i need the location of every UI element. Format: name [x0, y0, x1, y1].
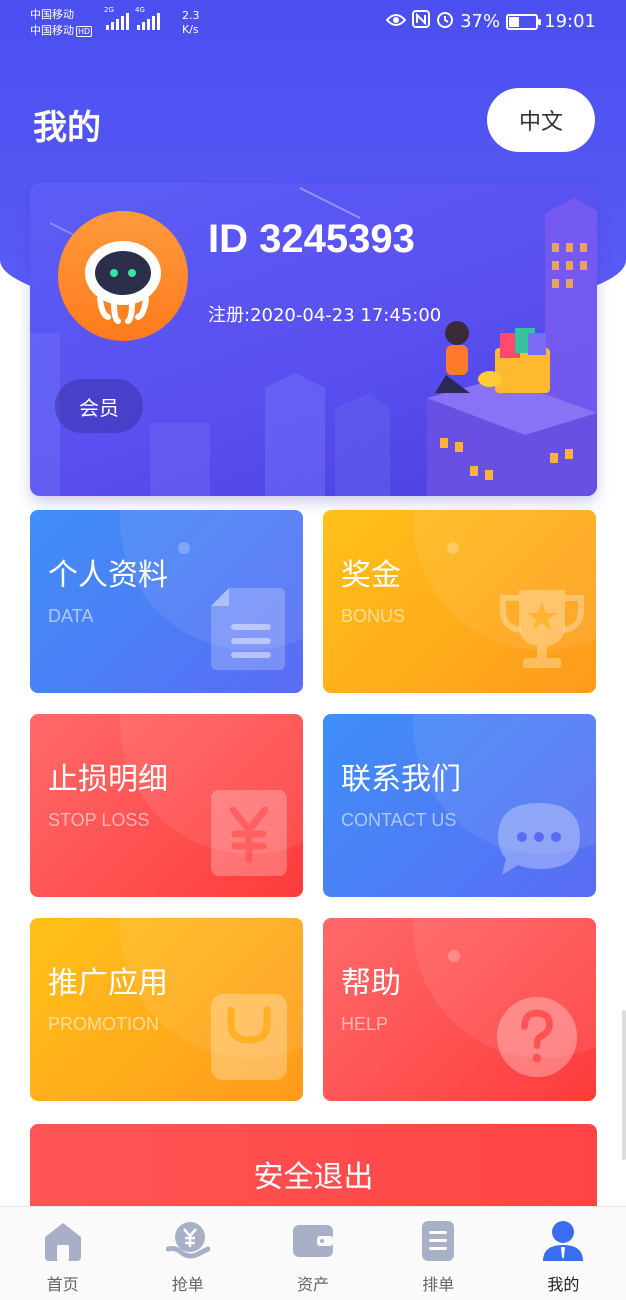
profile-card: ID 3245393 注册:2020-04-23 17:45:00 会员	[30, 183, 597, 496]
tile-title: 联系我们	[341, 762, 461, 797]
tile-subtitle: DATA	[48, 606, 94, 626]
signal-4g-icon: 4G	[135, 6, 160, 30]
tab-label: 我的	[547, 1275, 580, 1294]
grab-order-icon	[165, 1222, 210, 1259]
user-icon	[543, 1221, 584, 1261]
register-time: 注册:2020-04-23 17:45:00	[208, 305, 442, 326]
tile-help[interactable]: 帮助 HELP	[323, 918, 596, 1101]
signal-icons: 2G 4G	[104, 6, 160, 30]
tab-bar: 首页 抢单 资产 排单 我的	[0, 1206, 626, 1300]
network-speed: 2.3 K/s	[182, 9, 200, 36]
tile-title: 帮助	[341, 966, 401, 1001]
home-icon	[44, 1223, 81, 1261]
tile-title: 止损明细	[48, 762, 168, 797]
logout-button[interactable]: 安全退出	[30, 1124, 597, 1214]
tab-queue[interactable]: 排单	[376, 1207, 501, 1300]
wallet-icon	[293, 1225, 333, 1257]
tile-promotion[interactable]: 推广应用 PROMOTION	[30, 918, 303, 1101]
battery-icon	[506, 13, 542, 30]
trophy-icon	[500, 590, 584, 668]
tab-mine[interactable]: 我的	[501, 1207, 626, 1300]
chat-bubble-icon	[498, 803, 580, 875]
nfc-icon	[412, 10, 431, 33]
tile-subtitle: BONUS	[341, 606, 406, 626]
carrier-1: 中国移动	[30, 8, 74, 21]
status-bar: 中国移动 中国移动 HD 2G 4G 2.3 K/s 37% 19:01	[0, 0, 626, 46]
list-icon	[422, 1221, 455, 1261]
signal-2g-icon: 2G	[104, 6, 129, 30]
tab-label: 排单	[422, 1275, 455, 1294]
tab-home[interactable]: 首页	[0, 1207, 125, 1300]
tile-stop-loss[interactable]: 止损明细 STOP LOSS	[30, 714, 303, 897]
member-badge: 会员	[55, 379, 143, 433]
shopping-bag-icon	[211, 994, 287, 1080]
language-button[interactable]: 中文	[487, 88, 595, 152]
tile-subtitle: CONTACT US	[341, 810, 457, 830]
tile-subtitle: HELP	[341, 1014, 389, 1034]
yuan-icon	[211, 790, 287, 876]
avatar[interactable]	[58, 211, 188, 341]
carrier-2: 中国移动	[30, 24, 74, 37]
tile-personal-data[interactable]: 个人资料 DATA	[30, 510, 303, 693]
tab-grab-order[interactable]: 抢单	[125, 1207, 250, 1300]
battery-percent: 37%	[460, 11, 501, 32]
document-icon	[211, 588, 285, 670]
tab-label: 抢单	[171, 1275, 204, 1294]
question-icon	[496, 996, 578, 1078]
tile-title: 推广应用	[48, 966, 168, 1001]
eye-icon	[385, 11, 407, 32]
tile-title: 奖金	[341, 558, 401, 593]
hd-badge: HD	[76, 25, 93, 37]
carrier-info: 中国移动 中国移动 HD	[30, 7, 93, 39]
tile-contact-us[interactable]: 联系我们 CONTACT US	[323, 714, 596, 897]
robot-avatar-icon	[85, 241, 161, 324]
tab-label: 资产	[297, 1275, 330, 1294]
clock: 19:01	[544, 11, 596, 32]
tile-subtitle: PROMOTION	[48, 1014, 159, 1034]
alarm-icon	[436, 10, 454, 33]
tab-assets[interactable]: 资产	[250, 1207, 375, 1300]
tile-subtitle: STOP LOSS	[48, 810, 150, 830]
user-id: ID 3245393	[208, 217, 415, 261]
page-title: 我的	[33, 108, 101, 148]
tile-title: 个人资料	[48, 558, 168, 593]
tab-label: 首页	[46, 1275, 79, 1294]
scrollbar[interactable]	[622, 1010, 626, 1160]
status-right: 37% 19:01	[385, 10, 596, 33]
tile-bonus[interactable]: 奖金 BONUS	[323, 510, 596, 693]
